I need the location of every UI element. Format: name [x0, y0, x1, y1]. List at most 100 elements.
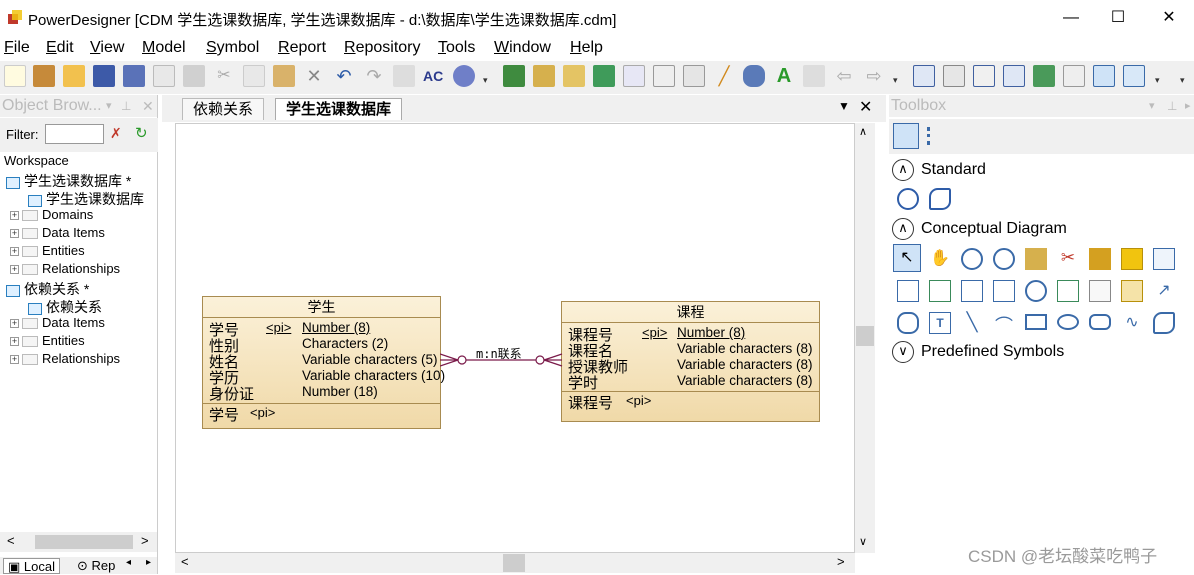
filter-input[interactable]	[45, 124, 104, 144]
polygon-tool-icon[interactable]	[1153, 312, 1175, 334]
arc-tool-icon[interactable]: ⌒	[993, 312, 1015, 336]
scroll-right-icon[interactable]: >	[141, 533, 149, 548]
browser-hscroll[interactable]: < >	[0, 532, 157, 552]
section-predefined[interactable]: ∨ Predefined Symbols	[889, 339, 1194, 365]
view-result-icon[interactable]	[973, 65, 995, 87]
vscroll-thumb[interactable]	[856, 326, 874, 346]
tab-prev-icon[interactable]: ◂	[126, 557, 131, 568]
expand-icon[interactable]: +	[10, 211, 19, 221]
toolbar-overflow-icon[interactable]: ▾	[483, 75, 493, 85]
zoom-out-icon[interactable]	[993, 248, 1015, 270]
toolbar-overflow-icon-4[interactable]: ▾	[1180, 75, 1190, 85]
pin-icon[interactable]: ⊥	[121, 95, 131, 117]
menu-repository[interactable]: Repository	[344, 39, 420, 57]
panel-close-icon[interactable]: ✕	[142, 95, 154, 117]
menu-file[interactable]: File	[4, 39, 30, 57]
tree-model-dependency[interactable]: 依赖关系 *	[6, 279, 89, 299]
toolbar-overflow-icon-2[interactable]: ▾	[893, 75, 903, 85]
entity-course[interactable]: 课程 课程号 <pi> Number (8) 课程名 Variable char…	[561, 301, 820, 422]
refresh-filter-icon[interactable]: ↻	[135, 124, 148, 142]
tab-close-icon[interactable]: ✕	[859, 97, 872, 117]
copy-icon[interactable]	[243, 65, 265, 87]
comments-icon[interactable]	[1123, 65, 1145, 87]
view-browser-icon[interactable]	[913, 65, 935, 87]
tab-list-icon[interactable]: ▼	[838, 99, 850, 113]
view-workspace-icon[interactable]	[1033, 65, 1055, 87]
diagram-canvas[interactable]: 学生 学号 <pi> Number (8) 性别 Characters (2) …	[175, 123, 855, 553]
open-icon[interactable]	[63, 65, 85, 87]
rectangle-tool-icon[interactable]	[1025, 314, 1047, 330]
clear-filter-icon[interactable]: ✗	[110, 125, 122, 142]
impact-analysis-icon[interactable]	[453, 65, 475, 87]
canvas-vscroll[interactable]: ∧ ∨	[855, 123, 875, 553]
table-tool-icon[interactable]	[1153, 248, 1175, 270]
forward-icon[interactable]: ⇨	[863, 65, 885, 87]
note-icon[interactable]	[1121, 280, 1143, 302]
scroll-left-icon[interactable]: <	[7, 533, 15, 548]
new-package-icon[interactable]	[503, 65, 525, 87]
panel-menu-icon[interactable]: ▾	[1149, 95, 1155, 117]
canvas-hscroll[interactable]: < >	[175, 553, 855, 573]
tree-workspace[interactable]: Workspace	[4, 153, 69, 168]
scroll-left-icon[interactable]: <	[181, 554, 189, 569]
grid-icon[interactable]	[683, 65, 705, 87]
panel-scroll-icon[interactable]: ▸	[1185, 95, 1191, 117]
association-tool-icon[interactable]	[929, 280, 951, 302]
panel-menu-icon[interactable]: ▾	[106, 95, 112, 117]
tree-diagram-dependency[interactable]: 依赖关系	[28, 297, 102, 317]
ellipse-tool-icon[interactable]	[1057, 314, 1079, 330]
hscroll-thumb[interactable]	[503, 554, 525, 572]
print-preview-icon[interactable]	[153, 65, 175, 87]
save-all-icon[interactable]	[123, 65, 145, 87]
zoom-in-icon[interactable]	[961, 248, 983, 270]
text-tool-icon[interactable]: T	[929, 312, 951, 334]
close-button[interactable]: ✕	[1146, 0, 1192, 36]
expand-icon[interactable]: +	[10, 319, 19, 329]
line-tool-icon[interactable]: ╲	[961, 312, 983, 334]
file-icon[interactable]	[1089, 280, 1111, 302]
check-model-icon[interactable]: AC	[423, 65, 445, 87]
fill-icon[interactable]	[743, 65, 765, 87]
tree-diagram-student-course[interactable]: 学生选课数据库	[28, 189, 144, 209]
rounded-rect-icon[interactable]	[1089, 314, 1111, 330]
polyline-tool-icon[interactable]: ∿	[1121, 312, 1143, 334]
view-output-icon[interactable]	[943, 65, 965, 87]
expand-icon[interactable]: ∨	[892, 341, 914, 363]
link-line-icon[interactable]: ↗	[1153, 280, 1175, 302]
new-project-icon[interactable]	[33, 65, 55, 87]
toolbar-overflow-icon-3[interactable]: ▾	[1155, 75, 1165, 85]
scroll-down-icon[interactable]: ∨	[859, 535, 867, 548]
tree-model-student-course[interactable]: 学生选课数据库 *	[6, 171, 131, 191]
relationship-label[interactable]: m:n联系	[476, 345, 522, 362]
tab-next-icon[interactable]: ▸	[146, 557, 151, 568]
tab-dependency[interactable]: 依赖关系	[182, 98, 265, 120]
section-standard[interactable]: ∧ Standard	[889, 157, 1194, 183]
browse-icon[interactable]	[533, 65, 555, 87]
menu-report[interactable]: Report	[278, 39, 326, 57]
view-palette-icon[interactable]	[1003, 65, 1025, 87]
delete-icon[interactable]: ✕	[303, 65, 325, 87]
pointer-icon[interactable]: ↖	[893, 244, 921, 272]
check-icon[interactable]	[623, 65, 645, 87]
shadow-icon[interactable]	[653, 65, 675, 87]
maximize-button[interactable]: ☐	[1095, 0, 1141, 36]
grabber-icon[interactable]: ✋	[929, 248, 951, 270]
scroll-up-icon[interactable]: ∧	[859, 125, 867, 138]
expand-icon[interactable]: +	[10, 265, 19, 275]
menu-tools[interactable]: Tools	[438, 39, 475, 57]
freeform-icon[interactable]	[929, 188, 951, 210]
menu-model[interactable]: Model	[142, 39, 186, 57]
tree-entities-2[interactable]: + Entities	[10, 333, 85, 348]
scroll-thumb[interactable]	[35, 535, 133, 549]
inheritance-icon[interactable]	[993, 280, 1015, 302]
menu-edit[interactable]: Edit	[46, 39, 74, 57]
minimize-button[interactable]: —	[1048, 0, 1094, 36]
align-icon[interactable]	[803, 65, 825, 87]
tab-repository[interactable]: ⊙ Rep	[75, 558, 122, 574]
properties-icon[interactable]	[393, 65, 415, 87]
print-icon[interactable]	[183, 65, 205, 87]
font-icon[interactable]: A	[773, 65, 795, 87]
tree-data-items[interactable]: + Data Items	[10, 225, 105, 240]
refresh-icon[interactable]	[593, 65, 615, 87]
search-icon[interactable]	[897, 188, 919, 210]
